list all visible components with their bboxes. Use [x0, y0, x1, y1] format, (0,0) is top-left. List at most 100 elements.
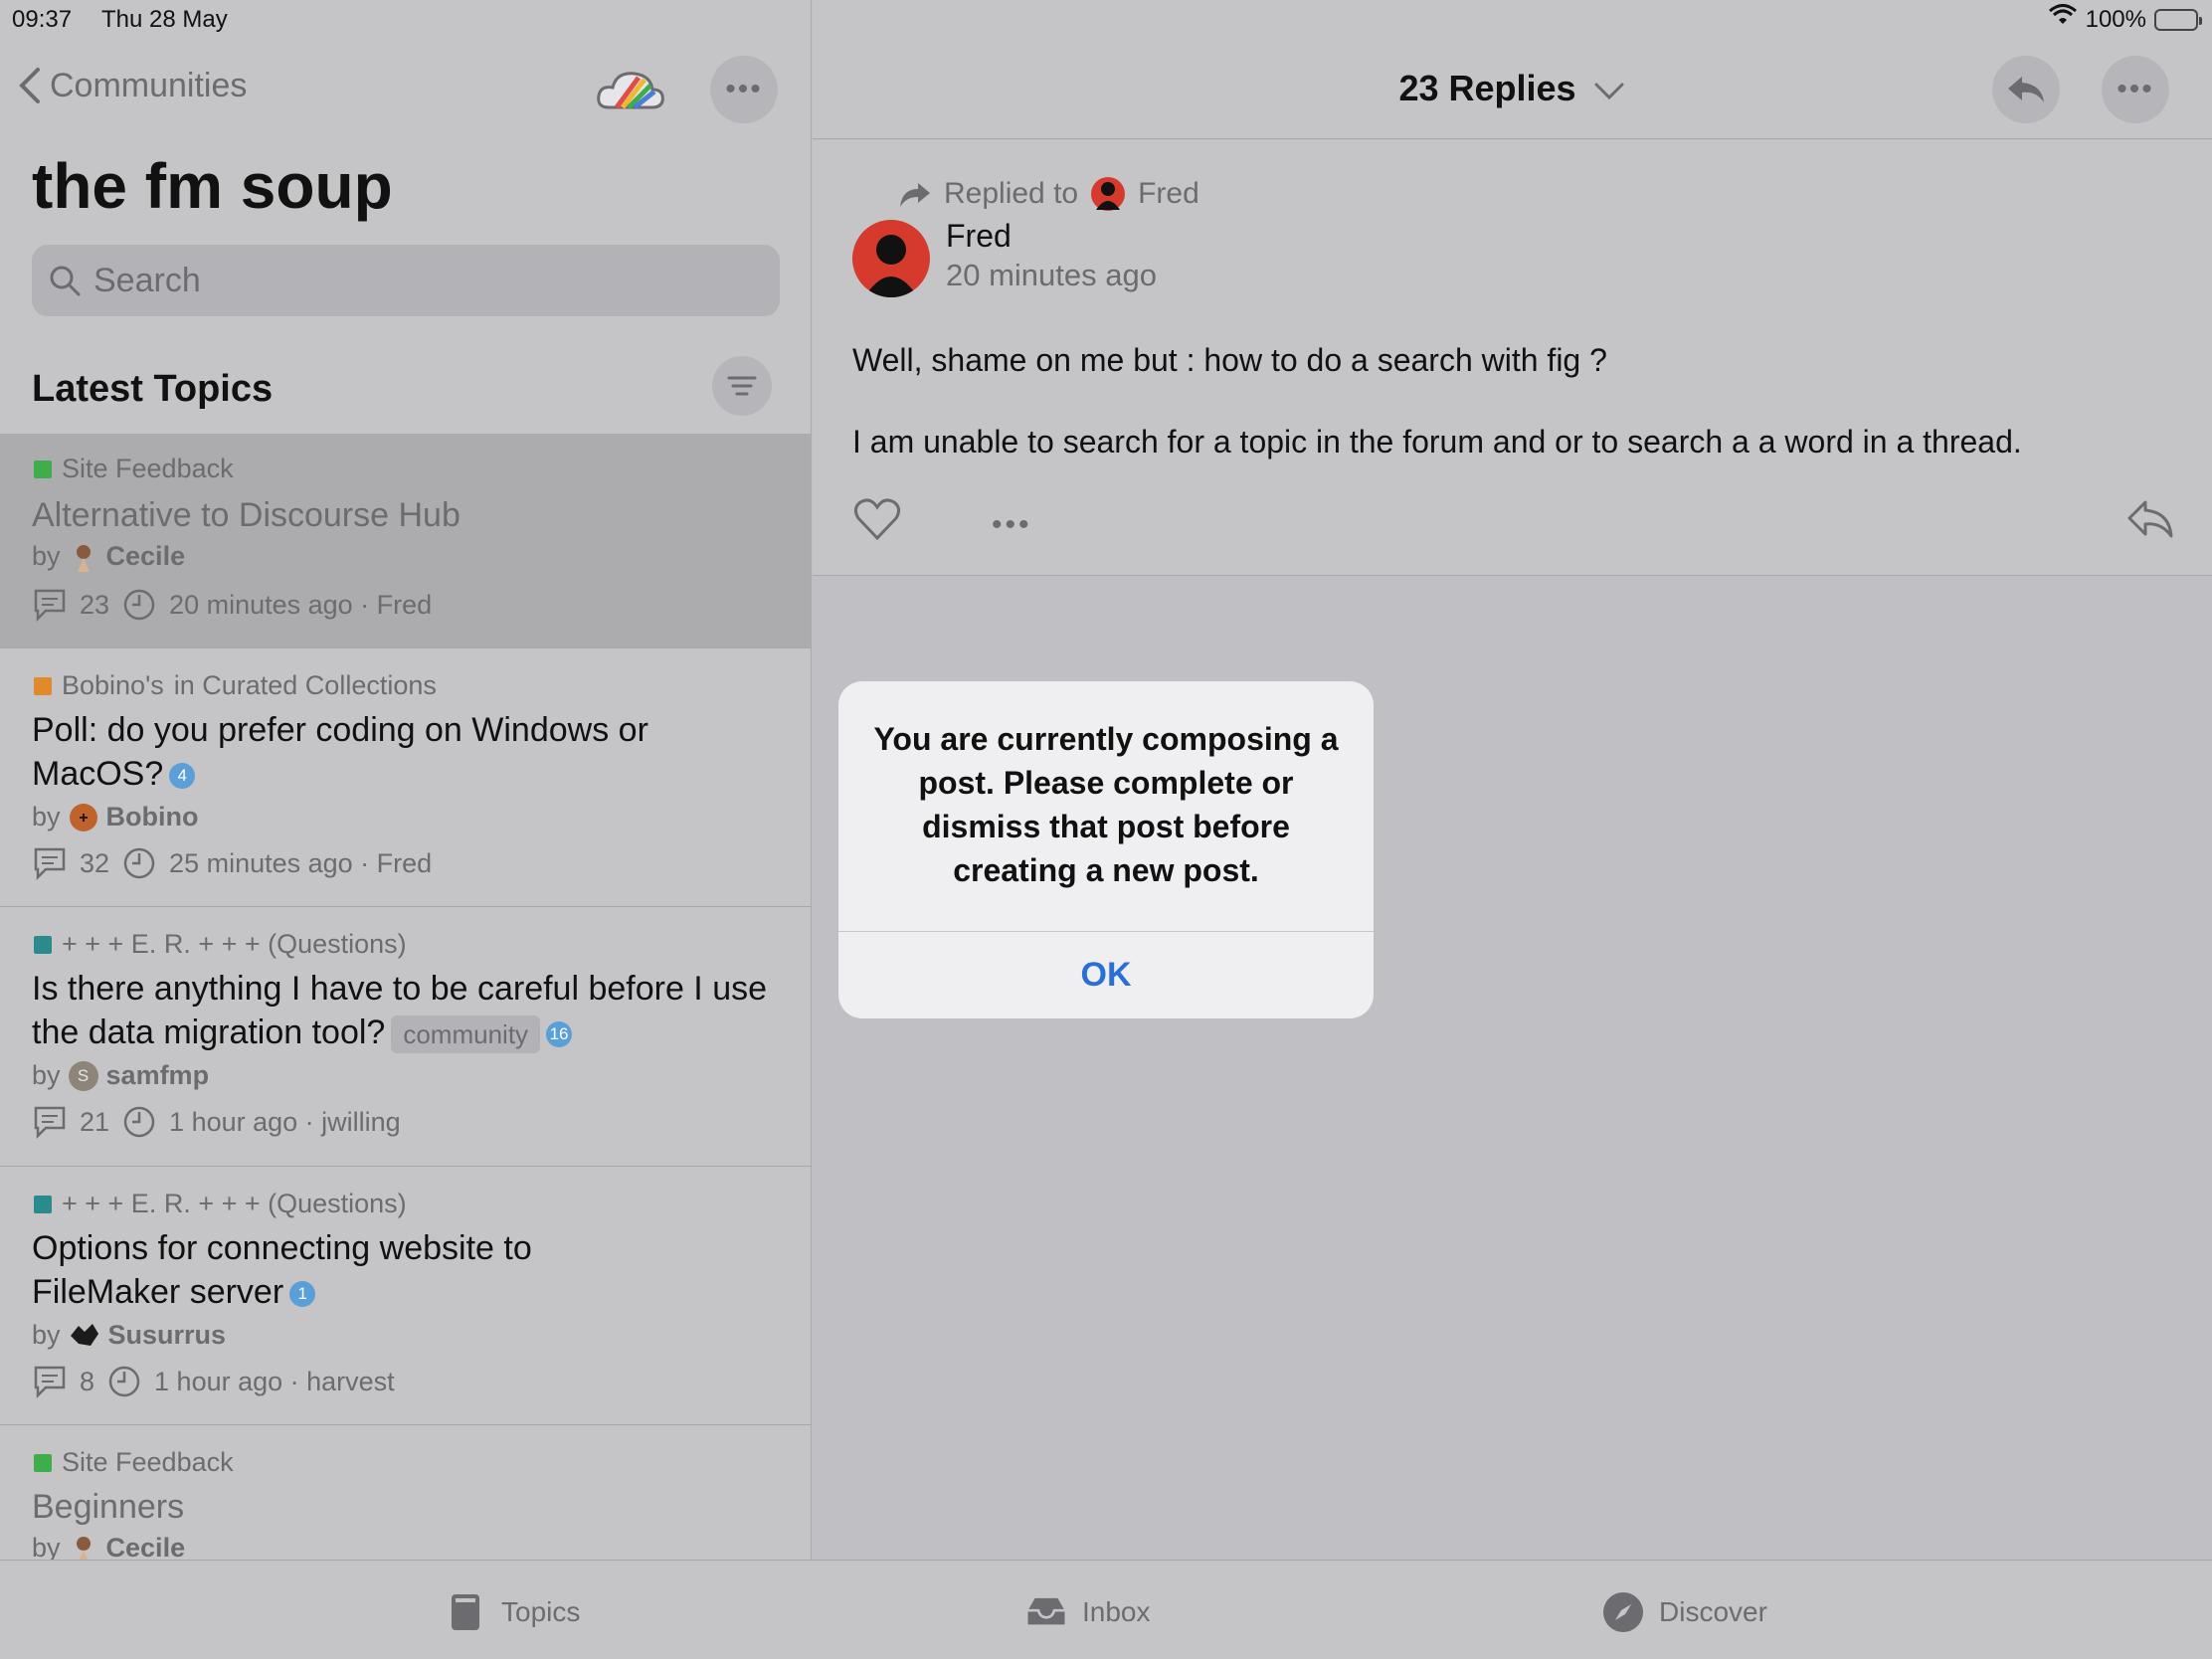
- post-more-icon[interactable]: •••: [992, 508, 1032, 542]
- topic-title-text: Poll: do you prefer coding on Windows or…: [32, 711, 648, 793]
- last-activity: 1 hour ago · harvest: [154, 1366, 395, 1396]
- search-placeholder: Search: [93, 261, 201, 299]
- chevron-down-icon: [1594, 83, 1624, 100]
- ellipsis-icon: •••: [725, 73, 763, 105]
- topic-meta: 32 25 minutes ago · Fred: [32, 845, 432, 881]
- last-activity: 1 hour ago · jwilling: [169, 1106, 401, 1137]
- avatar-cecile: [76, 544, 91, 572]
- status-bar: 09:37 Thu 28 May 100%: [0, 0, 2212, 40]
- topic-row[interactable]: Site Feedback Beginners by Cecile: [0, 1425, 811, 1560]
- post-time: 20 minutes ago: [946, 258, 1157, 292]
- comment-icon: [34, 847, 66, 881]
- tab-inbox[interactable]: Inbox: [1024, 1590, 1151, 1634]
- reply-icon: [2008, 77, 2044, 102]
- filter-icon: [727, 376, 757, 396]
- category-swatch: [34, 1195, 52, 1213]
- status-time: 09:37: [12, 6, 73, 33]
- thread-more-button[interactable]: •••: [2102, 56, 2169, 123]
- topics-icon: [452, 1594, 479, 1630]
- topic-author: by Bobino: [32, 802, 199, 832]
- heart-icon[interactable]: [852, 494, 902, 544]
- back-label: Communities: [50, 66, 248, 104]
- author-name: Cecile: [105, 1533, 186, 1560]
- tab-discover[interactable]: Discover: [1601, 1590, 1767, 1634]
- comment-icon: [34, 1106, 66, 1140]
- topic-title: Is there anything I have to be careful b…: [32, 967, 768, 1054]
- reply-arrow-icon: [900, 183, 930, 207]
- category-swatch: [34, 1453, 52, 1472]
- avatar-susurrus: [70, 1323, 98, 1346]
- back-button[interactable]: Communities: [16, 66, 247, 105]
- reply-count: 8: [80, 1366, 95, 1396]
- community-logo-icon[interactable]: [595, 64, 666, 115]
- post-body-line: I am unable to search for a topic in the…: [852, 424, 2022, 460]
- inbox-icon: [1027, 1597, 1065, 1625]
- author-name: samfmp: [105, 1060, 210, 1090]
- topic-row[interactable]: Bobino's in Curated Collections Poll: do…: [0, 648, 811, 907]
- reply-count: 23: [80, 589, 110, 620]
- by-label: by: [32, 1533, 61, 1560]
- topic-tag[interactable]: community: [391, 1015, 541, 1054]
- category-label: Bobino's: [62, 670, 164, 700]
- topic-category: Site Feedback: [34, 1447, 234, 1478]
- post-body-line: Well, shame on me but : how to do a sear…: [852, 342, 1607, 378]
- tab-label: Topics: [501, 1596, 581, 1627]
- section-title: Latest Topics: [32, 368, 274, 410]
- topic-meta: 8 1 hour ago · harvest: [32, 1364, 395, 1399]
- topic-author: by S samfmp: [32, 1060, 209, 1091]
- unread-badge: 4: [169, 763, 196, 790]
- comment-icon: [34, 589, 66, 623]
- post-actions: •••: [852, 494, 2175, 550]
- last-activity: 20 minutes ago · Fred: [169, 589, 433, 620]
- search-icon: [50, 266, 81, 296]
- by-label: by: [32, 802, 61, 831]
- page-title: the fm soup: [32, 150, 393, 222]
- post-card: Replied to Fred Fred 20 minutes ago Well…: [813, 140, 2212, 576]
- ok-button[interactable]: OK: [838, 932, 1374, 1018]
- author-name: Susurrus: [107, 1320, 227, 1350]
- topic-meta: 23 20 minutes ago · Fred: [32, 587, 432, 623]
- more-options-button[interactable]: •••: [710, 56, 778, 123]
- category-label: + + + E. R. + + + (Questions): [62, 1189, 407, 1218]
- topic-category: Bobino's in Curated Collections: [34, 670, 437, 701]
- clock-icon: [108, 1366, 140, 1397]
- alert-dialog: You are currently composing a post. Plea…: [838, 681, 1374, 1018]
- topic-title: Alternative to Discourse Hub: [32, 496, 461, 534]
- tab-bar: Topics Inbox Discover: [0, 1560, 2212, 1659]
- last-activity: 25 minutes ago · Fred: [169, 847, 433, 878]
- avatar-fred[interactable]: [852, 220, 930, 297]
- search-input[interactable]: Search: [32, 245, 780, 316]
- reply-count: 21: [80, 1106, 110, 1137]
- topic-title-text: Options for connecting website to FileMa…: [32, 1229, 532, 1311]
- post-author[interactable]: Fred: [946, 218, 1012, 255]
- tab-label: Discover: [1659, 1596, 1767, 1627]
- battery-icon: [2154, 8, 2202, 31]
- reply-button[interactable]: [1992, 56, 2060, 123]
- wifi-icon: [2048, 4, 2078, 35]
- reply-icon[interactable]: [2125, 494, 2175, 544]
- replied-to-user: Fred: [1138, 177, 1199, 210]
- avatar-bobino: [69, 803, 97, 831]
- category-swatch: [34, 676, 52, 695]
- chevron-left-icon: [19, 68, 40, 103]
- clock-icon: [123, 847, 155, 879]
- replied-to-label: Replied to: [944, 177, 1079, 210]
- unread-badge: 1: [289, 1281, 316, 1308]
- topic-category: + + + E. R. + + + (Questions): [34, 929, 407, 960]
- topic-row[interactable]: + + + E. R. + + + (Questions) Options fo…: [0, 1167, 811, 1425]
- by-label: by: [32, 1060, 61, 1090]
- replied-to[interactable]: Replied to Fred: [898, 176, 1199, 212]
- clock-icon: [123, 589, 155, 621]
- filter-button[interactable]: [712, 356, 772, 416]
- tab-topics[interactable]: Topics: [444, 1590, 580, 1634]
- category-label: Site Feedback: [62, 454, 234, 483]
- topics-pane: Communities ••• the fm soup Search Lates…: [0, 0, 812, 1560]
- topic-row[interactable]: Site Feedback Alternative to Discourse H…: [0, 434, 811, 648]
- topic-row[interactable]: + + + E. R. + + + (Questions) Is there a…: [0, 907, 811, 1167]
- status-right: 100%: [2048, 4, 2202, 35]
- topic-title: Beginners: [32, 1488, 185, 1526]
- topic-title: Poll: do you prefer coding on Windows or…: [32, 708, 688, 796]
- alert-message: You are currently composing a post. Plea…: [873, 721, 1339, 888]
- topic-meta: 21 1 hour ago · jwilling: [32, 1104, 401, 1140]
- topic-author: by Susurrus: [32, 1320, 226, 1351]
